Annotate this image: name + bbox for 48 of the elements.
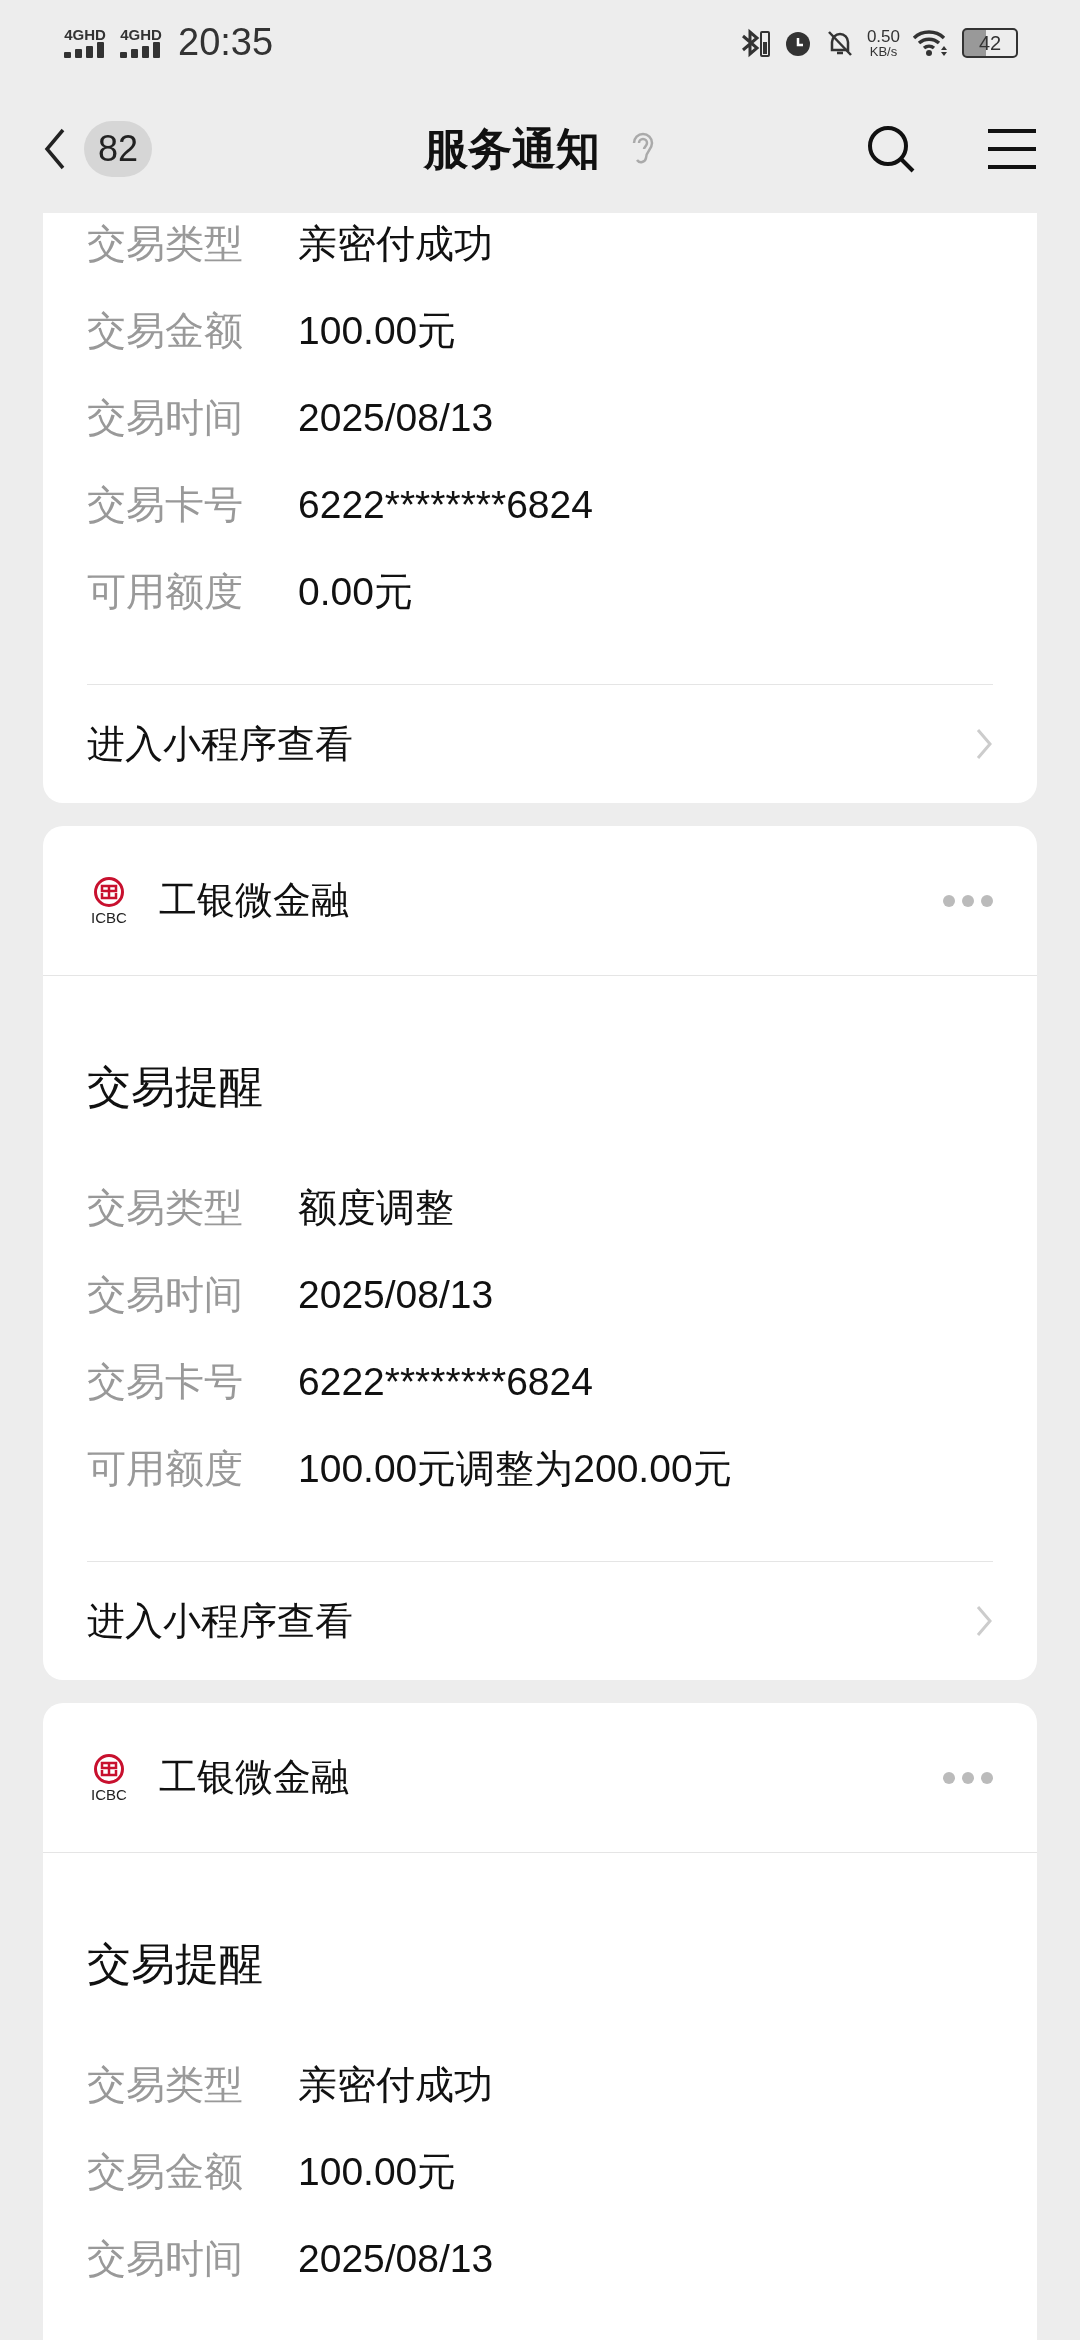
wifi-icon [912, 27, 950, 58]
search-icon[interactable] [866, 124, 916, 174]
mini-program-link[interactable]: 进入小程序查看 [87, 684, 993, 803]
network-label: 4GHD [120, 27, 162, 42]
network-speed: 0.50 [866, 27, 900, 45]
field-label: 交易金额 [87, 308, 244, 355]
field-value: 2025/08/13 [298, 2236, 494, 2283]
page-title: 服务通知 [424, 123, 600, 175]
notification-heading: 交易提醒 [87, 1061, 264, 1113]
field-label: 交易卡号 [87, 482, 244, 529]
field-value: 0.00元 [298, 569, 413, 616]
network-label: 4GHD [64, 27, 106, 42]
field-label: 可用额度 [87, 1446, 244, 1493]
logo-text: ICBC [91, 910, 127, 925]
mini-program-link[interactable]: 进入小程序查看 [87, 1561, 993, 1680]
field-value: 亲密付成功 [298, 2062, 493, 2109]
field-label: 交易时间 [87, 2236, 244, 2283]
field-value: 100.00元 [298, 308, 457, 355]
field-label: 交易卡号 [87, 1359, 244, 1406]
chevron-right-icon [975, 1604, 993, 1638]
unread-count-badge: 82 [84, 121, 153, 177]
field-value: 2025/08/13 [298, 395, 494, 442]
bank-logo-icon [93, 1753, 125, 1785]
field-label: 交易时间 [87, 395, 244, 442]
field-value: 100.00元 [298, 2149, 457, 2196]
field-value: 6222********6824 [298, 482, 593, 529]
field-value: 2025/08/13 [298, 1272, 494, 1319]
account-name[interactable]: 工银微金融 [159, 1749, 349, 1806]
field-label: 交易金额 [87, 2149, 244, 2196]
field-value: 额度调整 [298, 1185, 454, 1232]
field-label: 交易时间 [87, 1272, 244, 1319]
bank-logo-icon [93, 876, 125, 908]
menu-icon[interactable] [988, 127, 1036, 171]
speed-unit: KB/s [869, 44, 898, 58]
notification-heading: 交易提醒 [87, 1938, 264, 1990]
field-value: 6222********6824 [298, 1359, 593, 1406]
clock-time: 20:35 [178, 20, 274, 65]
logo-text: ICBC [91, 1787, 127, 1802]
field-label: 可用额度 [87, 569, 244, 616]
field-label: 交易类型 [87, 1185, 244, 1232]
field-value: 100.00元调整为200.00元 [298, 1446, 732, 1493]
field-label: 交易类型 [87, 2062, 244, 2109]
chevron-right-icon [975, 727, 993, 761]
back-icon[interactable] [44, 127, 66, 171]
field-label: 交易类型 [87, 221, 244, 268]
account-name[interactable]: 工银微金融 [159, 872, 349, 929]
field-value: 亲密付成功 [298, 221, 493, 268]
battery-indicator: 42 [962, 27, 1018, 58]
